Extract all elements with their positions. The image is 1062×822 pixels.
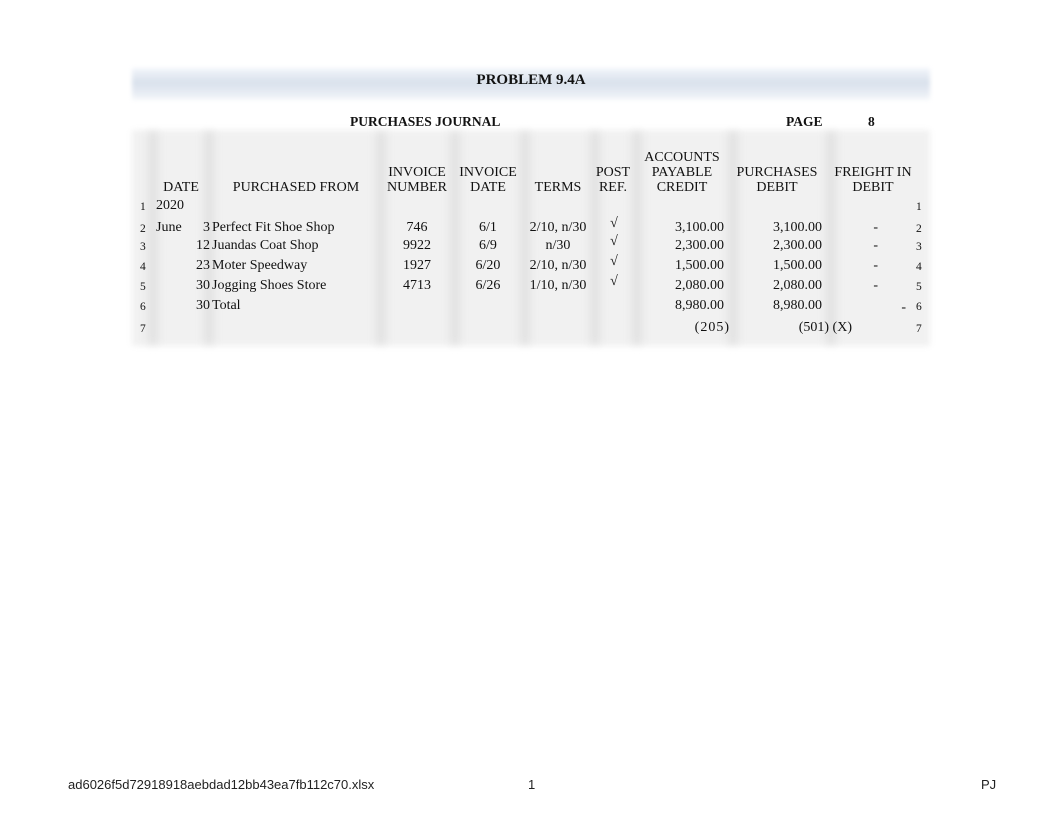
date-day: 12 (196, 238, 210, 253)
header-purchases-debit: PURCHASES DEBIT (730, 165, 824, 195)
post-ref: √ (610, 216, 618, 231)
invoice-number: 9922 (403, 238, 431, 253)
header-line: DEBIT (756, 180, 798, 195)
header-line: NUMBER (387, 180, 447, 195)
post-ref: √ (610, 234, 618, 249)
header-line: PURCHASES (736, 165, 818, 180)
freight-in-debit: - (873, 238, 878, 253)
header-line: PAYABLE (651, 165, 713, 180)
header-line: REF. (598, 180, 628, 195)
header-line: DEBIT (852, 180, 894, 195)
header-date: DATE (163, 180, 199, 195)
terms: 2/10, n/30 (529, 220, 587, 235)
accounts-payable-credit: 1,500.00 (675, 258, 724, 273)
journal-title: PURCHASES JOURNAL (350, 114, 501, 129)
page-number: 8 (868, 114, 875, 129)
purchases-debit: (501) (X) (798, 320, 852, 335)
terms: 1/10, n/30 (529, 278, 587, 293)
row-number-left: 5 (140, 281, 146, 293)
invoice-number: 4713 (403, 278, 431, 293)
row-number-left: 2 (140, 223, 146, 235)
row-number-right: 5 (916, 281, 922, 293)
purchases-debit: 2,080.00 (773, 278, 822, 293)
row-number-right: 2 (916, 223, 922, 235)
header-invoice-number: INVOICE NUMBER (380, 165, 454, 195)
header-post-ref: POST REF. (592, 165, 634, 195)
post-ref: √ (610, 254, 618, 269)
header-line: POST (595, 165, 631, 180)
header-line: CREDIT (656, 180, 708, 195)
row-number-left: 3 (140, 241, 146, 253)
purchases-debit: 1,500.00 (773, 258, 822, 273)
header-purchased-from: PURCHASED FROM (232, 180, 360, 195)
purchases-debit: 3,100.00 (773, 220, 822, 235)
purchased-from: Total (212, 298, 241, 313)
accounts-payable-credit: (205) (694, 320, 730, 335)
footer-filename: ad6026f5d72918918aebdad12bb43ea7fb112c70… (68, 777, 375, 792)
post-ref: √ (610, 274, 618, 289)
terms: 2/10, n/30 (529, 258, 587, 273)
header-accounts-payable-credit: ACCOUNTS PAYABLE CREDIT (636, 150, 728, 195)
invoice-number: 746 (406, 220, 428, 235)
invoice-date: 6/20 (475, 258, 501, 273)
row-number-right: 1 (916, 201, 922, 213)
freight-in-debit: - (873, 220, 878, 235)
accounts-payable-credit: 8,980.00 (675, 298, 724, 313)
invoice-date: 6/26 (475, 278, 501, 293)
purchased-from: Moter Speedway (212, 258, 308, 273)
header-line: DATE (470, 180, 506, 195)
row-number-left: 4 (140, 261, 146, 273)
header-line: FREIGHT IN (834, 165, 912, 180)
row-number-left: 7 (140, 323, 146, 335)
purchased-from: Perfect Fit Shoe Shop (212, 220, 335, 235)
footer-page-number: 1 (528, 777, 536, 792)
invoice-date: 6/1 (479, 220, 497, 235)
accounts-payable-credit: 2,080.00 (675, 278, 724, 293)
row-number-right: 4 (916, 261, 922, 273)
row-number-right: 6 (916, 301, 922, 313)
header-terms: TERMS (534, 180, 582, 195)
date-day: 3 (203, 220, 210, 235)
freight-in-debit: - (901, 300, 906, 315)
invoice-number: 1927 (403, 258, 431, 273)
accounts-payable-credit: 3,100.00 (675, 220, 724, 235)
date-day: 30 (196, 298, 210, 313)
problem-title: PROBLEM 9.4A (476, 72, 586, 88)
footer-sheet-name: PJ (981, 777, 997, 792)
header-line: INVOICE (388, 165, 446, 180)
freight-in-debit: - (873, 258, 878, 273)
row-number-right: 7 (916, 323, 922, 335)
freight-in-debit: - (873, 278, 878, 293)
date-month: 2020 (156, 198, 184, 213)
purchased-from: Jogging Shoes Store (212, 278, 327, 293)
purchases-debit: 8,980.00 (773, 298, 822, 313)
row-number-left: 1 (140, 201, 146, 213)
page-label: PAGE (786, 114, 823, 129)
date-day: 30 (196, 278, 210, 293)
invoice-date: 6/9 (479, 238, 497, 253)
accounts-payable-credit: 2,300.00 (675, 238, 724, 253)
purchases-debit: 2,300.00 (773, 238, 822, 253)
header-invoice-date: INVOICE DATE (454, 165, 522, 195)
header-line: ACCOUNTS (644, 150, 720, 165)
purchased-from: Juandas Coat Shop (212, 238, 319, 253)
header-freight-in-debit: FREIGHT IN DEBIT (828, 165, 918, 195)
row-number-left: 6 (140, 301, 146, 313)
terms: n/30 (545, 238, 571, 253)
row-number-right: 3 (916, 241, 922, 253)
date-day: 23 (196, 258, 210, 273)
header-line: INVOICE (459, 165, 517, 180)
